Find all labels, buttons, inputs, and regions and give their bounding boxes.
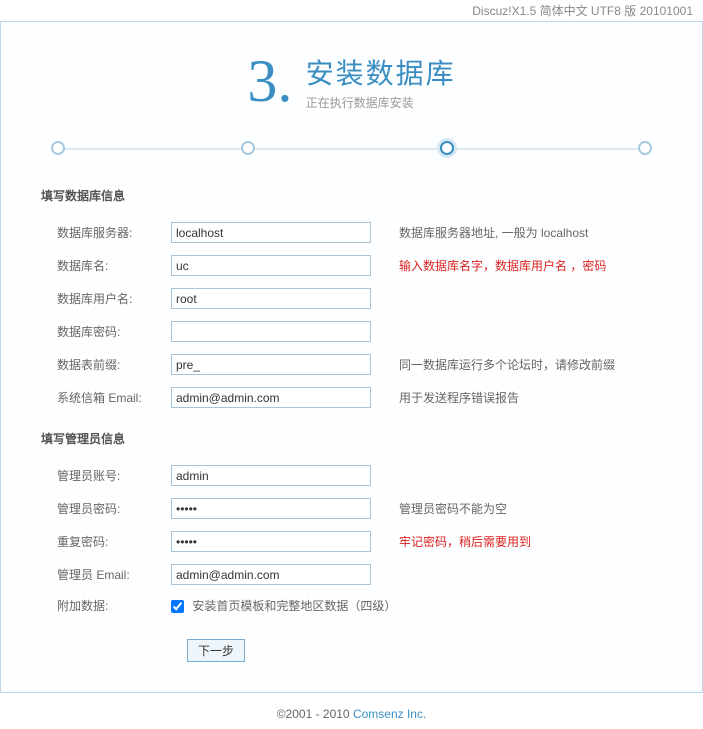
db-name-hint: 输入数据库名字，数据库用户名 ，密码 — [399, 257, 662, 274]
footer-copy: ©2001 - 2010 — [277, 707, 353, 721]
step-dot-3 — [440, 141, 454, 155]
admin-email-input[interactable] — [171, 564, 371, 585]
step-number: 3. — [247, 47, 292, 116]
db-email-input[interactable] — [171, 387, 371, 408]
main-panel: 3. 安装数据库 正在执行数据库安装 填写数据库信息 数据库服务器: 数据库服务… — [0, 21, 703, 693]
next-button[interactable]: 下一步 — [187, 639, 245, 662]
extra-data-text: 安装首页模板和完整地区数据（四级） — [192, 599, 396, 613]
extra-data-checkbox[interactable] — [171, 600, 184, 613]
version-bar: Discuz!X1.5 简体中文 UTF8 版 20101001 — [0, 0, 703, 21]
extra-data-label: 附加数据: — [41, 597, 171, 614]
admin-pass2-input[interactable] — [171, 531, 371, 552]
db-prefix-input[interactable] — [171, 354, 371, 375]
section-db-title: 填写数据库信息 — [41, 187, 662, 204]
db-host-label: 数据库服务器: — [41, 224, 171, 241]
step-dot-4 — [638, 141, 652, 155]
step-dot-1 — [51, 141, 65, 155]
page-title: 安装数据库 — [306, 52, 456, 92]
admin-pass-hint: 管理员密码不能为空 — [399, 500, 662, 517]
db-email-label: 系统信箱 Email: — [41, 389, 171, 406]
step-dot-2 — [241, 141, 255, 155]
admin-user-input[interactable] — [171, 465, 371, 486]
admin-email-label: 管理员 Email: — [41, 566, 171, 583]
footer: ©2001 - 2010 Comsenz Inc. — [0, 693, 703, 729]
db-name-label: 数据库名: — [41, 257, 171, 274]
db-prefix-label: 数据表前缀: — [41, 356, 171, 373]
db-host-input[interactable] — [171, 222, 371, 243]
section-admin-title: 填写管理员信息 — [41, 430, 662, 447]
db-host-hint: 数据库服务器地址, 一般为 localhost — [399, 224, 662, 241]
db-name-input[interactable] — [171, 255, 371, 276]
extra-data-wrap: 安装首页模板和完整地区数据（四级） — [171, 597, 396, 614]
admin-pass2-label: 重复密码: — [41, 533, 171, 550]
db-prefix-hint: 同一数据库运行多个论坛时，请修改前缀 — [399, 356, 662, 373]
admin-pass-label: 管理员密码: — [41, 500, 171, 517]
page-header: 3. 安装数据库 正在执行数据库安装 — [41, 47, 662, 116]
db-pass-label: 数据库密码: — [41, 323, 171, 340]
db-user-label: 数据库用户名: — [41, 290, 171, 307]
step-indicator — [51, 141, 652, 157]
db-email-hint: 用于发送程序错误报告 — [399, 389, 662, 406]
page-subtitle: 正在执行数据库安装 — [306, 94, 456, 111]
db-pass-input[interactable] — [171, 321, 371, 342]
admin-user-label: 管理员账号: — [41, 467, 171, 484]
admin-pass-input[interactable] — [171, 498, 371, 519]
footer-link[interactable]: Comsenz Inc. — [353, 707, 426, 721]
db-user-input[interactable] — [171, 288, 371, 309]
admin-pass2-hint: 牢记密码，稍后需要用到 — [399, 533, 662, 550]
